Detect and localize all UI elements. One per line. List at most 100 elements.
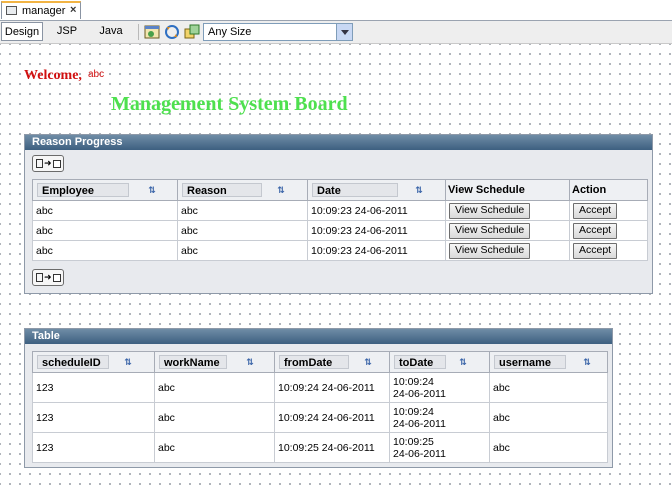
editor-tab-strip: manager × xyxy=(0,0,672,21)
action-cell: Accept xyxy=(569,240,648,261)
close-icon[interactable]: × xyxy=(70,4,76,16)
fromdate-cell: 10:09:24 24-06-2011 xyxy=(274,402,390,433)
date-cell: 10:09:23 24-06-2011 xyxy=(307,200,446,221)
tab-java[interactable]: Java xyxy=(94,22,128,41)
welcome-label: Welcome, xyxy=(24,68,82,83)
designer-toolbar: Design JSP Java Any Size xyxy=(0,21,672,44)
column-header-workname[interactable]: workName ⇅ xyxy=(154,351,275,373)
column-label: Employee xyxy=(37,183,129,197)
virtual-forms-icon[interactable] xyxy=(184,24,200,40)
date-cell: 10:09:23 24-06-2011 xyxy=(307,220,446,241)
username-cell: abc xyxy=(489,372,608,403)
action-cell: Accept xyxy=(569,200,648,221)
column-header-fromdate[interactable]: fromDate ⇅ xyxy=(274,351,390,373)
sort-icon[interactable]: ⇅ xyxy=(117,355,139,369)
accept-button[interactable]: Accept xyxy=(573,222,618,239)
fromdate-cell: 10:09:25 24-06-2011 xyxy=(274,432,390,463)
todate-time: 10:09:24 xyxy=(393,375,434,388)
column-header-action: Action xyxy=(569,179,648,201)
editor-tab-label: manager xyxy=(22,5,66,17)
tab-design[interactable]: Design xyxy=(1,22,43,41)
scheduleid-cell: 123 xyxy=(32,402,155,433)
column-header-todate[interactable]: toDate ⇅ xyxy=(389,351,490,373)
schedule-table: scheduleID ⇅ workName ⇅ fromDate ⇅ toDat… xyxy=(32,351,608,463)
column-header-view-schedule: View Schedule xyxy=(445,179,570,201)
reason-cell: abc xyxy=(177,240,308,261)
view-schedule-cell: View Schedule xyxy=(445,220,570,241)
pager-button-top[interactable]: ➜ xyxy=(32,155,64,172)
view-schedule-button[interactable]: View Schedule xyxy=(449,202,531,219)
accept-button[interactable]: Accept xyxy=(573,202,618,219)
column-label: Action xyxy=(572,184,607,196)
username-label: abc xyxy=(88,69,105,80)
table-panel: Table scheduleID ⇅ workName ⇅ fromDate ⇅ xyxy=(24,328,613,468)
workname-cell: abc xyxy=(154,372,275,403)
employee-cell: abc xyxy=(32,220,178,241)
table-header-row: Employee ⇅ Reason ⇅ Date ⇅ View Schedule xyxy=(32,179,648,201)
sort-icon[interactable]: ⇅ xyxy=(576,355,598,369)
column-header-reason[interactable]: Reason ⇅ xyxy=(177,179,308,201)
column-header-username[interactable]: username ⇅ xyxy=(489,351,608,373)
table-row: abc abc 10:09:23 24-06-2011 View Schedul… xyxy=(32,240,648,261)
view-schedule-cell: View Schedule xyxy=(445,200,570,221)
sort-icon[interactable]: ⇅ xyxy=(141,183,163,197)
column-label: workName xyxy=(159,355,227,369)
sort-icon[interactable]: ⇅ xyxy=(408,183,430,197)
preview-design-icon[interactable] xyxy=(144,24,160,40)
sort-icon[interactable]: ⇅ xyxy=(270,183,292,197)
reason-progress-title: Reason Progress xyxy=(25,135,652,150)
reason-progress-panel: Reason Progress ➜ Employee ⇅ Reason ⇅ Da… xyxy=(24,134,653,294)
table-row: abc abc 10:09:23 24-06-2011 View Schedul… xyxy=(32,200,648,221)
pager-button-bottom[interactable]: ➜ xyxy=(32,269,64,286)
username-cell: abc xyxy=(489,432,608,463)
scheduleid-cell: 123 xyxy=(32,432,155,463)
sort-icon[interactable]: ⇅ xyxy=(357,355,379,369)
date-cell: 10:09:23 24-06-2011 xyxy=(307,240,446,261)
refresh-icon[interactable] xyxy=(164,24,180,40)
design-canvas[interactable]: Welcome, abc Management System Board Rea… xyxy=(0,44,672,485)
sort-icon[interactable]: ⇅ xyxy=(239,355,261,369)
table-header-row: scheduleID ⇅ workName ⇅ fromDate ⇅ toDat… xyxy=(32,351,608,373)
column-header-scheduleid[interactable]: scheduleID ⇅ xyxy=(32,351,155,373)
reason-progress-table: Employee ⇅ Reason ⇅ Date ⇅ View Schedule xyxy=(32,179,648,261)
sort-icon[interactable]: ⇅ xyxy=(452,355,474,369)
tab-jsp[interactable]: JSP xyxy=(52,22,82,41)
column-label: fromDate xyxy=(279,355,349,369)
size-select[interactable]: Any Size xyxy=(203,23,353,41)
table-row: 123 abc 10:09:25 24-06-2011 10:09:25 24-0… xyxy=(32,432,608,463)
table-panel-title: Table xyxy=(25,329,612,344)
workname-cell: abc xyxy=(154,432,275,463)
todate-date: 24-06-2011 xyxy=(393,447,446,460)
reason-cell: abc xyxy=(177,220,308,241)
size-select-value: Any Size xyxy=(208,26,252,38)
chevron-down-icon[interactable] xyxy=(336,24,352,40)
todate-cell: 10:09:25 24-06-2011 xyxy=(389,432,490,463)
editor-tab-manager[interactable]: manager × xyxy=(1,1,81,19)
username-cell: abc xyxy=(489,402,608,433)
column-header-date[interactable]: Date ⇅ xyxy=(307,179,446,201)
toolbar-separator xyxy=(138,24,139,40)
todate-cell: 10:09:24 24-06-2011 xyxy=(389,372,490,403)
column-header-employee[interactable]: Employee ⇅ xyxy=(32,179,178,201)
view-schedule-button[interactable]: View Schedule xyxy=(449,242,531,259)
column-label: scheduleID xyxy=(37,355,109,369)
column-label: username xyxy=(494,355,566,369)
view-schedule-button[interactable]: View Schedule xyxy=(449,222,531,239)
employee-cell: abc xyxy=(32,240,178,261)
column-label: Date xyxy=(312,183,398,197)
scheduleid-cell: 123 xyxy=(32,372,155,403)
table-row: 123 abc 10:09:24 24-06-2011 10:09:24 24-0… xyxy=(32,372,608,403)
workname-cell: abc xyxy=(154,402,275,433)
action-cell: Accept xyxy=(569,220,648,241)
fromdate-cell: 10:09:24 24-06-2011 xyxy=(274,372,390,403)
accept-button[interactable]: Accept xyxy=(573,242,618,259)
reason-cell: abc xyxy=(177,200,308,221)
view-schedule-cell: View Schedule xyxy=(445,240,570,261)
column-label: View Schedule xyxy=(448,184,525,196)
page-title: Management System Board xyxy=(111,93,348,115)
table-row: 123 abc 10:09:24 24-06-2011 10:09:24 24-0… xyxy=(32,402,608,433)
table-row: abc abc 10:09:23 24-06-2011 View Schedul… xyxy=(32,220,648,241)
todate-time: 10:09:24 xyxy=(393,405,434,418)
column-label: toDate xyxy=(394,355,446,369)
todate-date: 24-06-2011 xyxy=(393,417,446,430)
